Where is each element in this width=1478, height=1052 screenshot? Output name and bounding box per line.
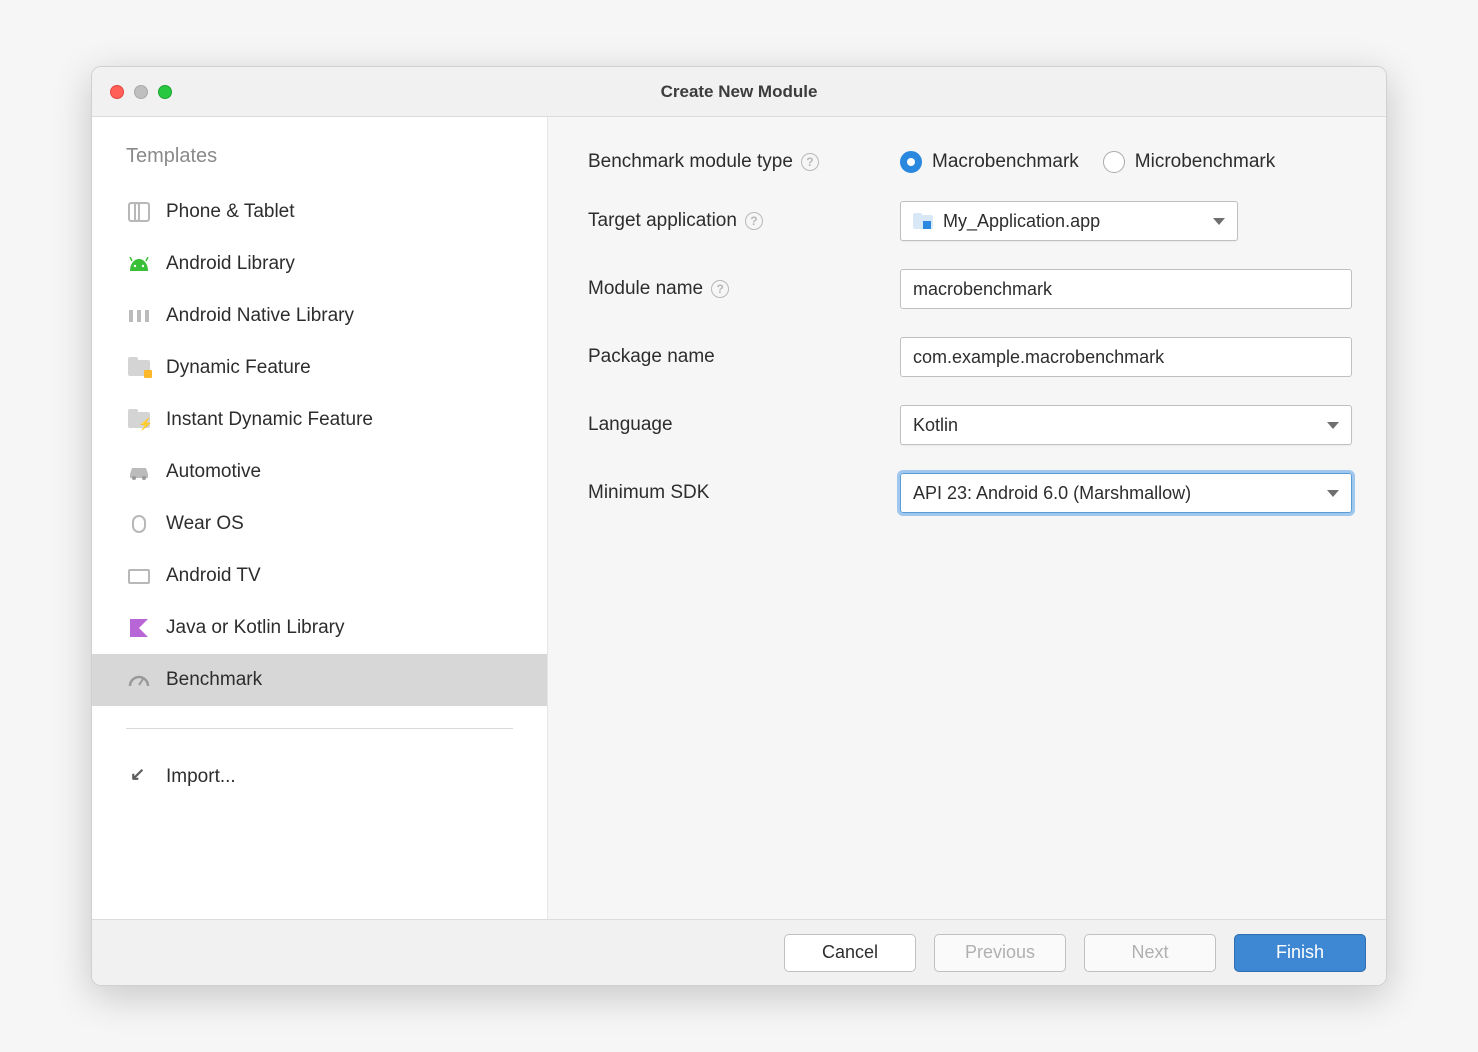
radio-group-module-type: Macrobenchmark Microbenchmark [900, 151, 1275, 173]
template-android-native-library[interactable]: Android Native Library [92, 290, 547, 342]
row-module-type: Benchmark module type ? Macrobenchmark M… [588, 151, 1352, 173]
template-phone-tablet[interactable]: Phone & Tablet [92, 186, 547, 238]
previous-button: Previous [934, 934, 1066, 972]
sidebar-header: Templates [92, 145, 547, 186]
radio-indicator [900, 151, 922, 173]
template-label: Wear OS [166, 513, 244, 535]
template-dynamic-feature[interactable]: Dynamic Feature [92, 342, 547, 394]
help-icon[interactable]: ? [711, 280, 729, 298]
template-label: Android TV [166, 565, 261, 587]
help-icon[interactable]: ? [745, 212, 763, 230]
template-list: Phone & Tablet Android Library Android N… [92, 186, 547, 706]
dialog-body: Templates Phone & Tablet Android Library [92, 117, 1386, 919]
label-module-name: Module name ? [588, 278, 888, 300]
gauge-icon [126, 669, 152, 691]
input-module-name[interactable]: macrobenchmark [900, 269, 1352, 309]
select-min-sdk[interactable]: API 23: Android 6.0 (Marshmallow) [900, 473, 1352, 513]
titlebar: Create New Module [92, 67, 1386, 117]
native-icon [126, 305, 152, 327]
template-label: Benchmark [166, 669, 262, 691]
template-label: Dynamic Feature [166, 357, 311, 379]
sidebar-divider [126, 728, 513, 729]
select-language[interactable]: Kotlin [900, 405, 1352, 445]
label-module-type: Benchmark module type ? [588, 151, 888, 173]
template-benchmark[interactable]: Benchmark [92, 654, 547, 706]
radio-indicator [1103, 151, 1125, 173]
template-label: Android Library [166, 253, 295, 275]
android-icon [126, 253, 152, 275]
car-icon [126, 461, 152, 483]
dynamic-feature-icon [126, 357, 152, 379]
import-item[interactable]: Import... [92, 751, 547, 803]
template-label: Java or Kotlin Library [166, 617, 344, 639]
row-min-sdk: Minimum SDK API 23: Android 6.0 (Marshma… [588, 473, 1352, 513]
input-package-name[interactable]: com.example.macrobenchmark [900, 337, 1352, 377]
template-android-library[interactable]: Android Library [92, 238, 547, 290]
watch-icon [126, 513, 152, 535]
row-target-app: Target application ? My_Application.app [588, 201, 1352, 241]
row-language: Language Kotlin [588, 405, 1352, 445]
help-icon[interactable]: ? [801, 153, 819, 171]
chevron-down-icon [1327, 422, 1339, 429]
next-button: Next [1084, 934, 1216, 972]
app-module-icon [913, 213, 933, 229]
phone-tablet-icon [126, 201, 152, 223]
radio-macrobenchmark[interactable]: Macrobenchmark [900, 151, 1079, 173]
radio-microbenchmark[interactable]: Microbenchmark [1103, 151, 1275, 173]
import-icon [126, 766, 152, 788]
finish-button[interactable]: Finish [1234, 934, 1366, 972]
template-android-tv[interactable]: Android TV [92, 550, 547, 602]
dialog-window: Create New Module Templates Phone & Tabl… [91, 66, 1387, 986]
chevron-down-icon [1213, 218, 1225, 225]
dialog-footer: Cancel Previous Next Finish [92, 919, 1386, 985]
template-label: Phone & Tablet [166, 201, 295, 223]
template-label: Instant Dynamic Feature [166, 409, 373, 431]
row-package-name: Package name com.example.macrobenchmark [588, 337, 1352, 377]
instant-dynamic-feature-icon: ⚡ [126, 409, 152, 431]
label-target-app: Target application ? [588, 210, 888, 232]
row-module-name: Module name ? macrobenchmark [588, 269, 1352, 309]
import-label: Import... [166, 766, 236, 788]
label-package-name: Package name [588, 346, 888, 368]
label-min-sdk: Minimum SDK [588, 482, 888, 504]
template-label: Android Native Library [166, 305, 354, 327]
tv-icon [126, 565, 152, 587]
template-instant-dynamic-feature[interactable]: ⚡ Instant Dynamic Feature [92, 394, 547, 446]
template-java-kotlin-library[interactable]: Java or Kotlin Library [92, 602, 547, 654]
template-wear-os[interactable]: Wear OS [92, 498, 547, 550]
label-language: Language [588, 414, 888, 436]
chevron-down-icon [1327, 490, 1339, 497]
window-title: Create New Module [92, 82, 1386, 102]
template-label: Automotive [166, 461, 261, 483]
cancel-button[interactable]: Cancel [784, 934, 916, 972]
templates-sidebar: Templates Phone & Tablet Android Library [92, 117, 548, 919]
kotlin-icon [126, 617, 152, 639]
template-automotive[interactable]: Automotive [92, 446, 547, 498]
select-target-app[interactable]: My_Application.app [900, 201, 1238, 241]
form-panel: Benchmark module type ? Macrobenchmark M… [548, 117, 1386, 919]
